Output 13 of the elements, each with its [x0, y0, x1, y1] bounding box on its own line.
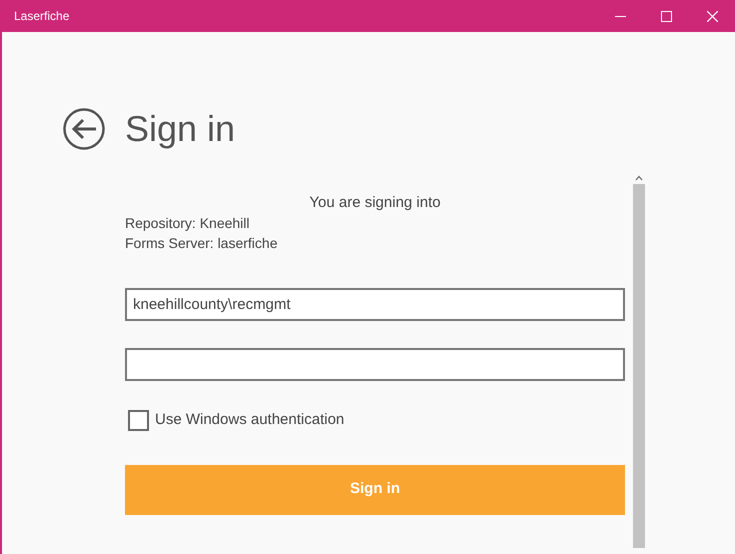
- server-detail: Repository: Kneehill: [125, 214, 251, 233]
- username-field[interactable]: kneehillcounty\recmgmt: [125, 288, 625, 321]
- scroll-up-icon: [635, 175, 643, 181]
- checkbox[interactable]: [128, 410, 149, 431]
- password-field[interactable]: [125, 348, 625, 381]
- window-title: Laserfiche: [14, 8, 70, 25]
- server-detail: Forms Server: laserfiche: [125, 234, 278, 253]
- page-heading: Sign in: [125, 108, 236, 150]
- back-button[interactable]: [63, 108, 105, 150]
- close-icon: [706, 10, 718, 22]
- intro-text: You are signing into: [308, 193, 442, 213]
- checkbox-label: Use Windows authentication: [155, 410, 344, 430]
- maximize-icon: [660, 10, 672, 22]
